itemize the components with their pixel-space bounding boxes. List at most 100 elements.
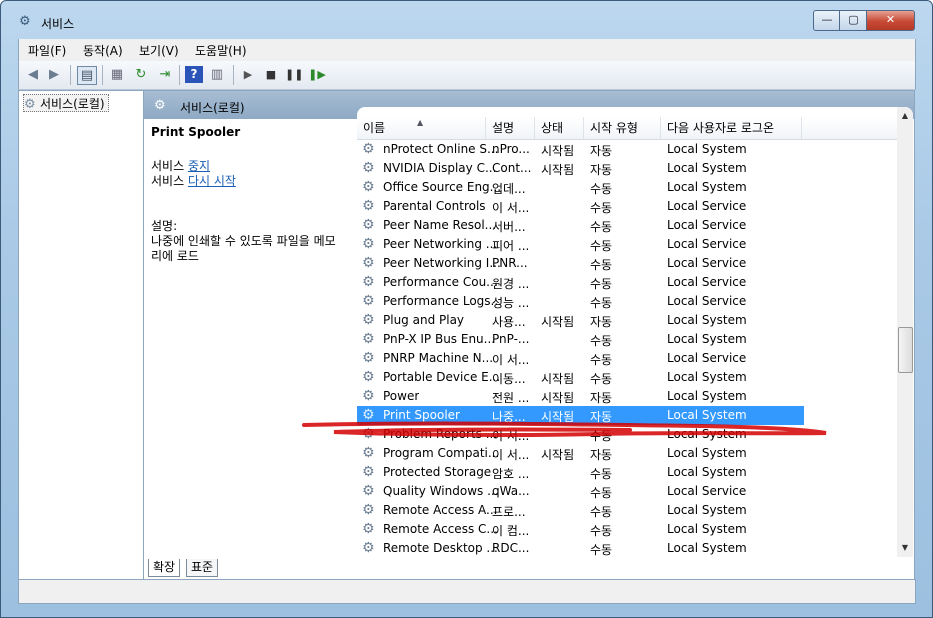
tree-item-services-local[interactable]: ⚙ 서비스(로컬) (23, 94, 109, 112)
forward-arrow-icon[interactable]: ▶ (45, 66, 63, 83)
column-header-description[interactable]: 설명 (486, 117, 535, 139)
maximize-button[interactable]: ▢ (839, 10, 868, 31)
service-name: Peer Name Resol... (383, 218, 497, 232)
stop-service-link[interactable]: 중지 (188, 159, 210, 173)
table-row[interactable]: ⚙ Plug and Play 사용... 시작됨 자동 Local System (357, 311, 897, 330)
service-name: Portable Device E... (383, 370, 501, 384)
sort-ascending-icon: ▲ (417, 118, 424, 127)
menu-action[interactable]: 동작(A) (83, 42, 123, 59)
column-header-name[interactable]: 이름 ▲ (357, 117, 486, 139)
refresh-icon[interactable]: ↻ (132, 66, 150, 83)
table-row[interactable]: ⚙ Problem Reports ... 이 서... 수동 Local System (357, 425, 897, 444)
service-logon: Local Service (667, 294, 747, 308)
service-gear-icon: ⚙ (362, 483, 375, 499)
console-tree-icon[interactable]: ▤ (77, 66, 97, 85)
table-row[interactable]: ⚙ Remote Access C... 이 컴... 수동 Local System (357, 520, 897, 539)
restart-service-icon[interactable]: ❚▶ (308, 66, 326, 83)
stop-prefix: 서비스 (151, 159, 188, 173)
service-status: 시작됨 (541, 144, 575, 158)
service-gear-icon: ⚙ (362, 179, 375, 195)
services-gear-icon: ⚙ (154, 98, 166, 113)
back-arrow-icon[interactable]: ◀ (24, 66, 42, 83)
service-logon: Local Service (667, 275, 747, 289)
toolbar-separator (70, 65, 71, 85)
table-row[interactable]: ⚙ Performance Cou... 원경 ... 수동 Local Service (357, 273, 897, 292)
column-header-row: 이름 ▲ 설명 상태 시작 유형 다음 사용자로 로그온 (357, 117, 897, 140)
table-row[interactable]: ⚙ Program Compati... 이 서... 시작됨 자동 Local Syst… (357, 444, 897, 463)
service-name: Performance Cou... (383, 275, 498, 289)
service-description: 서버... (492, 220, 526, 234)
toolbar-separator (179, 65, 180, 85)
service-gear-icon: ⚙ (362, 312, 375, 328)
start-service-icon[interactable]: ▶ (239, 66, 257, 83)
service-name: Quality Windows ... (383, 484, 499, 498)
export-list-icon[interactable]: ⇥ (156, 66, 174, 83)
table-row[interactable]: ⚙ Quality Windows ... qWa... 수동 Local Servic… (357, 482, 897, 501)
toolbar-separator (233, 65, 234, 85)
service-description: 이 컴... (492, 524, 530, 538)
window-title: 서비스 (41, 17, 75, 31)
table-row[interactable]: ⚙ Peer Name Resol... 서버... 수동 Local Service (357, 216, 897, 235)
service-description: 이 서... (492, 429, 530, 443)
pause-service-icon[interactable]: ❚❚ (285, 66, 303, 83)
table-row[interactable]: ⚙ Remote Access A... 프로... 수동 Local System (357, 501, 897, 520)
service-startup-type: 수동 (590, 486, 613, 500)
service-logon: Local System (667, 142, 747, 156)
tab-extended[interactable]: 확장 (148, 559, 181, 577)
column-header-status[interactable]: 상태 (535, 117, 584, 139)
title-bar[interactable]: ⚙ 서비스 — ▢ ✕ (1, 1, 932, 39)
service-logon: Local System (667, 313, 747, 327)
column-header-log-on-as[interactable]: 다음 사용자로 로그온 (661, 117, 802, 139)
service-description: nPro... (492, 142, 530, 156)
service-name: Remote Access A... (383, 503, 498, 517)
table-row[interactable]: ⚙ PnP-X IP Bus Enu... PnP-... 수동 Local Syste… (357, 330, 897, 349)
table-row[interactable]: ⚙ Peer Networking I... PNR... 수동 Local Servi… (357, 254, 897, 273)
menu-view[interactable]: 보기(V) (139, 42, 179, 59)
table-row[interactable]: ⚙ nProtect Online S... nPro... 시작됨 자동 Local S… (357, 140, 897, 159)
table-row[interactable]: ⚙ Performance Logs... 성능 ... 수동 Local Servic… (357, 292, 897, 311)
table-row[interactable]: ⚙ PNRP Machine N... 이 서... 수동 Local Service (357, 349, 897, 368)
service-startup-type: 수동 (590, 296, 613, 310)
table-row[interactable]: ⚙ Power 전원 ... 시작됨 자동 Local System (357, 387, 897, 406)
service-startup-type: 수동 (590, 429, 613, 443)
scroll-up-icon[interactable]: ▲ (900, 111, 910, 120)
help-icon[interactable]: ? (185, 66, 203, 83)
table-row[interactable]: ⚙ Parental Controls 이 서... 수동 Local Service (357, 197, 897, 216)
close-button[interactable]: ✕ (866, 10, 915, 31)
menu-file[interactable]: 파일(F) (28, 42, 66, 59)
tab-standard[interactable]: 표준 (186, 559, 219, 577)
tree-item-label: 서비스(로컬) (40, 97, 105, 111)
service-description: 암호 ... (492, 467, 530, 481)
table-row[interactable]: ⚙ Protected Storage 암호 ... 수동 Local System (357, 463, 897, 482)
column-header-startup-type[interactable]: 시작 유형 (584, 117, 661, 139)
vertical-scrollbar[interactable]: ▲ ▼ (897, 107, 913, 557)
service-description: RDC... (492, 541, 530, 555)
service-name: Protected Storage (383, 465, 492, 479)
service-description: 이 서... (492, 353, 530, 367)
table-row[interactable]: ⚙ NVIDIA Display C... Cont... 시작됨 자동 Local Sy… (357, 159, 897, 178)
service-logon: Local System (667, 389, 747, 403)
service-name: Office Source Eng... (383, 180, 502, 194)
service-startup-type: 수동 (590, 505, 613, 519)
menu-help[interactable]: 도움말(H) (195, 42, 247, 59)
service-gear-icon: ⚙ (362, 274, 375, 290)
table-row[interactable]: ⚙ Portable Device E... 이동... 시작됨 수동 Local Sys… (357, 368, 897, 387)
service-gear-icon: ⚙ (362, 521, 375, 537)
service-startup-type: 수동 (590, 277, 613, 291)
service-name: PNRP Machine N... (383, 351, 494, 365)
service-startup-type: 수동 (590, 543, 613, 557)
restart-service-link[interactable]: 다시 시작 (188, 174, 236, 188)
service-startup-type: 자동 (590, 144, 613, 158)
minimize-button[interactable]: — (813, 10, 841, 31)
service-name: NVIDIA Display C... (383, 161, 497, 175)
stop-service-icon[interactable]: ■ (262, 66, 280, 83)
properties-icon[interactable]: ▦ (108, 66, 126, 83)
table-row[interactable]: ⚙ Remote Desktop ... RDC... 수동 Local System (357, 539, 897, 557)
scrollbar-thumb[interactable] (898, 327, 913, 373)
table-row[interactable]: ⚙ Print Spooler 나중... 시작됨 자동 Local System (357, 406, 804, 425)
show-hide-pane-icon[interactable]: ▥ (208, 66, 226, 83)
scroll-down-icon[interactable]: ▼ (900, 543, 910, 552)
service-name: Problem Reports ... (383, 427, 498, 441)
table-row[interactable]: ⚙ Office Source Eng... 업데... 수동 Local System (357, 178, 897, 197)
table-row[interactable]: ⚙ Peer Networking ... 피어 ... 수동 Local Servic… (357, 235, 897, 254)
